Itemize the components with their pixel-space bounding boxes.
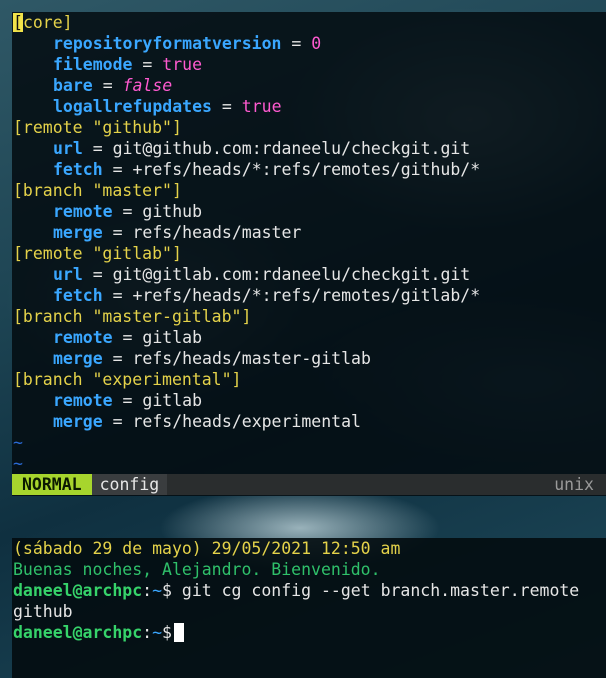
prompt-separator: :	[142, 623, 153, 642]
config-key: repositoryformatversion	[53, 34, 282, 53]
section-header: [branch "experimental"]	[13, 370, 242, 389]
config-key: url	[53, 139, 83, 158]
section-header: [branch "master-gitlab"]	[13, 307, 252, 326]
tilde-marker: ~	[13, 454, 23, 473]
active-prompt-line[interactable]: daneel@archpc:~$	[12, 622, 606, 643]
prompt-path: ~	[152, 623, 163, 642]
config-value: refs/heads/master-gitlab	[132, 349, 371, 368]
config-section-line: [remote "gitlab"]	[12, 243, 606, 264]
greeting-text: Buenas noches, Alejandro. Bienvenido.	[13, 560, 381, 579]
config-value: 0	[311, 34, 322, 53]
empty-line-marker: ~	[12, 453, 606, 474]
vim-buffer[interactable]: [core] repositoryformatversion = 0 filemod…	[12, 12, 606, 474]
config-value: refs/heads/master	[132, 223, 302, 242]
section-header-rest: core]	[22, 13, 73, 32]
config-entry-line: merge = refs/heads/master	[12, 222, 606, 243]
config-value: false	[122, 76, 173, 95]
assign-operator: =	[221, 97, 232, 116]
config-key: url	[53, 265, 83, 284]
config-entry-line: fetch = +refs/heads/*:refs/remotes/gitla…	[12, 285, 606, 306]
output-line: github	[12, 601, 606, 622]
empty-line-marker: ~	[12, 432, 606, 453]
config-entry-line: filemode = true	[12, 54, 606, 75]
prompt-symbol: $	[162, 581, 172, 600]
assign-operator: =	[112, 349, 123, 368]
config-entry-line: url = git@github.com:rdaneelu/checkgit.g…	[12, 138, 606, 159]
assign-operator: =	[291, 34, 302, 53]
config-key: remote	[53, 391, 113, 410]
assign-operator: =	[112, 160, 123, 179]
config-entry-line: repositoryformatversion = 0	[12, 33, 606, 54]
tilde-marker: ~	[13, 433, 23, 452]
shell-terminal-window[interactable]: (sábado 29 de mayo) 29/05/2021 12:50 am …	[12, 538, 606, 678]
config-key: logallrefupdates	[53, 97, 212, 116]
config-value: gitlab	[142, 328, 203, 347]
config-value: gitlab	[142, 391, 203, 410]
config-value: true	[162, 55, 203, 74]
assign-operator: =	[112, 223, 123, 242]
config-key: fetch	[53, 286, 103, 305]
config-key: remote	[53, 202, 113, 221]
prompt-user: daneel@archpc	[13, 581, 143, 600]
vim-terminal-window[interactable]: [core] repositoryformatversion = 0 filemod…	[12, 12, 606, 496]
greeting-line: Buenas noches, Alejandro. Bienvenido.	[12, 559, 606, 580]
config-value: refs/heads/experimental	[132, 412, 361, 431]
section-header: [remote "github"]	[13, 118, 182, 137]
command-text: git cg config --get branch.master.remote	[181, 581, 580, 600]
assign-operator: =	[112, 412, 123, 431]
terminal-cursor[interactable]	[173, 623, 184, 642]
config-entry-line: remote = gitlab	[12, 327, 606, 348]
config-section-line: [branch "experimental"]	[12, 369, 606, 390]
config-value: true	[241, 97, 282, 116]
config-entry-line: merge = refs/heads/master-gitlab	[12, 348, 606, 369]
command-output: github	[13, 602, 73, 621]
config-key: filemode	[53, 55, 133, 74]
vim-statusline: NORMAL config unix	[12, 474, 606, 495]
assign-operator: =	[92, 139, 103, 158]
prompt-separator: :	[142, 581, 153, 600]
vim-fileformat: unix	[554, 475, 594, 494]
command-line: daneel@archpc:~$ git cg config --get bra…	[12, 580, 606, 601]
config-value: git@github.com:rdaneelu/checkgit.git	[112, 139, 471, 158]
vim-mode-indicator: NORMAL	[12, 474, 92, 495]
config-value: git@gitlab.com:rdaneelu/checkgit.git	[112, 265, 471, 284]
config-entry-line: logallrefupdates = true	[12, 96, 606, 117]
assign-operator: =	[122, 328, 133, 347]
date-text: (sábado 29 de mayo) 29/05/2021 12:50 am	[13, 539, 401, 558]
config-key: merge	[53, 223, 103, 242]
config-value: github	[142, 202, 203, 221]
config-entry-line: remote = github	[12, 201, 606, 222]
assign-operator: =	[142, 55, 153, 74]
assign-operator: =	[92, 265, 103, 284]
config-key: fetch	[53, 160, 103, 179]
vim-filename: config	[91, 474, 168, 495]
config-entry-line: url = git@gitlab.com:rdaneelu/checkgit.g…	[12, 264, 606, 285]
assign-operator: =	[122, 391, 133, 410]
section-header: [branch "master"]	[13, 181, 182, 200]
assign-operator: =	[102, 76, 113, 95]
config-section-line: [branch "master"]	[12, 180, 606, 201]
date-line: (sábado 29 de mayo) 29/05/2021 12:50 am	[12, 538, 606, 559]
section-header: [remote "gitlab"]	[13, 244, 182, 263]
prompt-path: ~	[152, 581, 163, 600]
config-value: +refs/heads/*:refs/remotes/github/*	[132, 160, 481, 179]
config-value: +refs/heads/*:refs/remotes/gitlab/*	[132, 286, 481, 305]
config-section-line: [remote "github"]	[12, 117, 606, 138]
assign-operator: =	[112, 286, 123, 305]
prompt-symbol: $	[162, 623, 172, 642]
assign-operator: =	[122, 202, 133, 221]
config-key: bare	[53, 76, 93, 95]
config-section-line: [branch "master-gitlab"]	[12, 306, 606, 327]
config-entry-line: bare = false	[12, 75, 606, 96]
config-key: merge	[53, 412, 103, 431]
config-entry-line: remote = gitlab	[12, 390, 606, 411]
config-entry-line: merge = refs/heads/experimental	[12, 411, 606, 432]
prompt-user: daneel@archpc	[13, 623, 143, 642]
vim-cursor: [	[13, 13, 23, 32]
config-entry-line: fetch = +refs/heads/*:refs/remotes/githu…	[12, 159, 606, 180]
config-key: remote	[53, 328, 113, 347]
config-section-line: [core]	[12, 12, 606, 33]
section-header: [core]	[13, 13, 73, 32]
config-key: merge	[53, 349, 103, 368]
